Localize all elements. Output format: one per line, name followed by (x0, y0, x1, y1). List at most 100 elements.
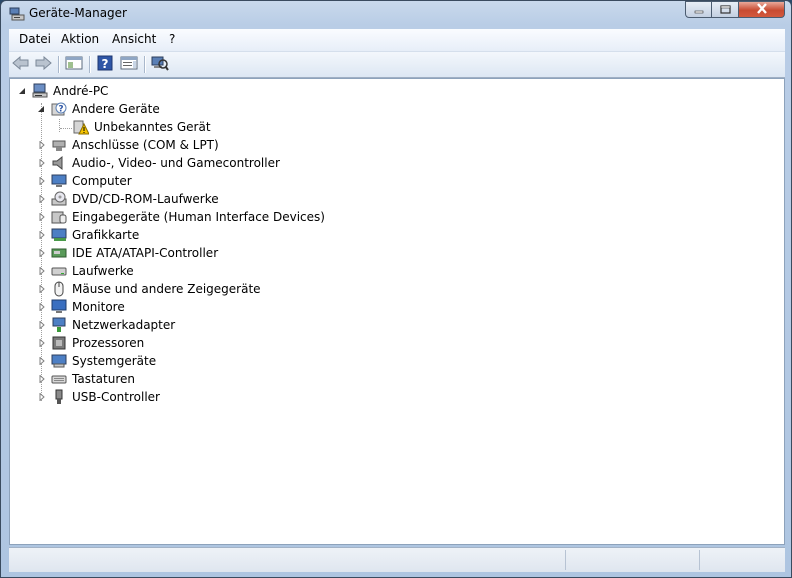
mouse-icon (51, 281, 67, 297)
scan-hardware-icon (151, 55, 169, 74)
expand-arrow-icon[interactable] (37, 140, 47, 150)
properties-icon (120, 56, 138, 73)
collapse-arrow-icon[interactable] (18, 86, 28, 96)
tree-item-label: Computer (72, 174, 132, 188)
expand-arrow-icon[interactable] (37, 356, 47, 366)
port-icon (51, 137, 67, 153)
tree-item-label: DVD/CD-ROM-Laufwerke (72, 192, 219, 206)
device-tree[interactable]: André-PC ? Andere Geräte Unbekanntes Ger… (9, 78, 785, 545)
expand-arrow-icon[interactable] (37, 374, 47, 384)
maximize-button[interactable] (712, 1, 739, 18)
toolbar: ? (9, 52, 785, 78)
status-bar (9, 547, 785, 572)
tree-item[interactable]: Grafikkarte (37, 226, 139, 244)
expand-arrow-icon[interactable] (37, 158, 47, 168)
usb-icon (51, 389, 67, 405)
title-bar[interactable]: Geräte-Manager (1, 1, 791, 27)
tree-item[interactable]: Anschlüsse (COM & LPT) (37, 136, 219, 154)
tree-item-label: Laufwerke (72, 264, 134, 278)
back-button[interactable] (11, 55, 31, 73)
tree-item-label: Andere Geräte (72, 102, 160, 116)
svg-text:?: ? (102, 57, 109, 71)
tree-item-label: Tastaturen (72, 372, 135, 386)
close-icon (756, 2, 768, 17)
keyboard-icon (51, 371, 67, 387)
menu-bar: Datei Aktion Ansicht ? (9, 29, 785, 52)
show-hide-tree-button[interactable] (64, 55, 84, 73)
expand-arrow-icon[interactable] (37, 302, 47, 312)
network-adapter-icon (51, 317, 67, 333)
tree-item[interactable]: DVD/CD-ROM-Laufwerke (37, 190, 219, 208)
computer-root-icon (32, 83, 48, 99)
warning-device-icon (73, 119, 89, 135)
close-button[interactable] (739, 1, 785, 18)
scan-hardware-button[interactable] (150, 55, 170, 73)
expand-arrow-icon[interactable] (37, 320, 47, 330)
tree-item[interactable]: Computer (37, 172, 132, 190)
system-device-icon (51, 353, 67, 369)
expand-arrow-icon[interactable] (37, 176, 47, 186)
help-icon: ? (97, 55, 113, 74)
tree-item-label: Unbekanntes Gerät (94, 120, 211, 134)
tree-item-label: Anschlüsse (COM & LPT) (72, 138, 219, 152)
tree-item-label: Prozessoren (72, 336, 145, 350)
expand-arrow-icon[interactable] (37, 284, 47, 294)
tree-item-label: Systemgeräte (72, 354, 157, 368)
tree-item[interactable]: Laufwerke (37, 262, 134, 280)
tree-item[interactable]: Audio-, Video- und Gamecontroller (37, 154, 280, 172)
tree-item-label: USB-Controller (72, 390, 160, 404)
back-arrow-icon (12, 55, 30, 73)
minimize-icon (694, 3, 704, 17)
tree-item[interactable]: Monitore (37, 298, 125, 316)
unknown-device-icon: ? (51, 101, 67, 117)
tree-item[interactable]: Tastaturen (37, 370, 135, 388)
menu-aktion[interactable]: Aktion (59, 32, 101, 46)
tree-item-label: Grafikkarte (72, 228, 140, 242)
expand-arrow-icon[interactable] (37, 194, 47, 204)
expand-arrow-icon[interactable] (37, 212, 47, 222)
tree-item-label: Netzwerkadapter (72, 318, 176, 332)
expand-arrow-icon[interactable] (37, 338, 47, 348)
tree-item-label: Eingabegeräte (Human Interface Devices) (72, 210, 325, 224)
expand-arrow-icon[interactable] (37, 392, 47, 402)
tree-item[interactable]: Eingabegeräte (Human Interface Devices) (37, 208, 325, 226)
tree-item[interactable]: USB-Controller (37, 388, 160, 406)
disk-drive-icon (51, 263, 67, 279)
svg-text:?: ? (58, 105, 63, 115)
expand-arrow-icon[interactable] (37, 230, 47, 240)
maximize-icon (719, 3, 731, 17)
dvd-drive-icon (51, 191, 67, 207)
tree-root-label: André-PC (53, 84, 109, 98)
tree-item-andere-geraete[interactable]: ? Andere Geräte (37, 100, 160, 118)
tree-item[interactable]: IDE ATA/ATAPI-Controller (37, 244, 218, 262)
tree-child-unbekanntes-geraet[interactable]: Unbekanntes Gerät (73, 118, 211, 136)
tree-item[interactable]: Prozessoren (37, 334, 144, 352)
device-manager-icon (9, 7, 25, 21)
tree-item-label: Monitore (72, 300, 125, 314)
device-manager-window: Geräte-Manager Datei Aktion Ansicht ? ? … (0, 0, 792, 578)
menu-help[interactable]: ? (167, 32, 177, 46)
collapse-arrow-icon[interactable] (37, 104, 47, 114)
properties-button[interactable] (119, 55, 139, 73)
computer-icon (51, 173, 67, 189)
ide-controller-icon (51, 245, 67, 261)
tree-item[interactable]: Mäuse und andere Zeigegeräte (37, 280, 261, 298)
expand-arrow-icon[interactable] (37, 266, 47, 276)
menu-ansicht[interactable]: Ansicht (110, 32, 158, 46)
show-hide-tree-icon (65, 56, 83, 73)
minimize-button[interactable] (685, 1, 712, 18)
tree-item-label: Audio-, Video- und Gamecontroller (72, 156, 280, 170)
tree-item-label: Mäuse und andere Zeigegeräte (72, 282, 261, 296)
forward-button[interactable] (33, 55, 53, 73)
tree-item[interactable]: Netzwerkadapter (37, 316, 175, 334)
display-adapter-icon (51, 227, 67, 243)
expand-arrow-icon[interactable] (37, 248, 47, 258)
forward-arrow-icon (34, 55, 52, 73)
help-button[interactable]: ? (95, 55, 115, 73)
menu-datei[interactable]: Datei (17, 32, 53, 46)
window-title: Geräte-Manager (29, 6, 127, 20)
speaker-icon (51, 155, 67, 171)
tree-root[interactable]: André-PC (18, 82, 108, 100)
hid-icon (51, 209, 67, 225)
tree-item[interactable]: Systemgeräte (37, 352, 156, 370)
